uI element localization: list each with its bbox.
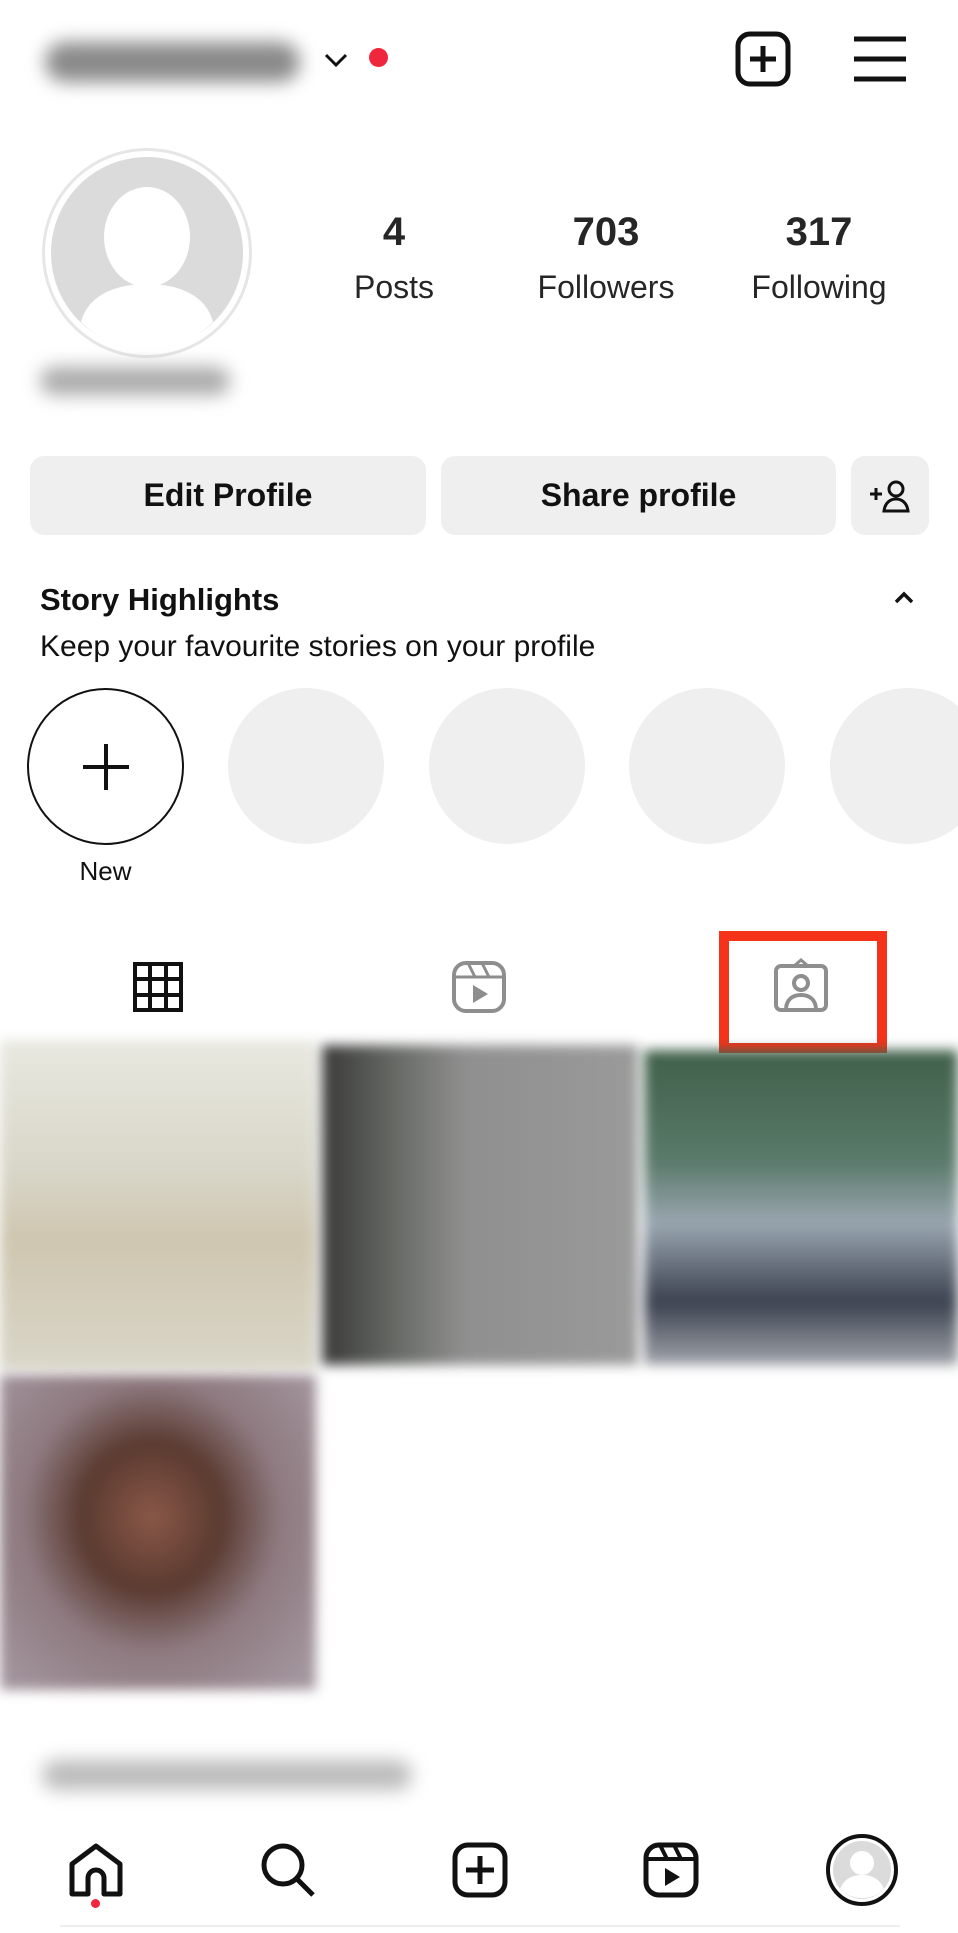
stat-following[interactable]: 317 Following — [729, 210, 909, 306]
nav-reels[interactable] — [631, 1830, 711, 1910]
nav-home[interactable] — [56, 1830, 136, 1910]
tab-posts-grid-icon[interactable] — [133, 962, 183, 1012]
new-highlight-button[interactable] — [27, 688, 184, 845]
notification-dot — [369, 48, 388, 67]
reels-icon — [643, 1842, 699, 1898]
username-blurred[interactable] — [45, 42, 300, 82]
edit-profile-button[interactable]: Edit Profile — [30, 456, 426, 535]
highlight-placeholder — [830, 688, 958, 844]
story-highlights-title: Story Highlights — [40, 582, 280, 617]
stat-value: 317 — [785, 210, 853, 254]
stat-posts[interactable]: 4 Posts — [304, 210, 484, 306]
display-name-blurred — [40, 367, 230, 395]
bottom-divider — [60, 1925, 900, 1927]
tab-reels-icon[interactable] — [452, 960, 506, 1014]
chevron-up-icon[interactable] — [893, 590, 915, 606]
create-plus-icon — [452, 1842, 508, 1898]
nav-search[interactable] — [248, 1830, 328, 1910]
stat-label: Following — [751, 269, 887, 305]
menu-hamburger-icon[interactable] — [854, 36, 906, 82]
profile-avatar[interactable] — [42, 148, 252, 358]
highlight-placeholder — [629, 688, 785, 844]
highlight-annotation-box — [719, 931, 887, 1053]
post-thumbnail[interactable] — [322, 1045, 638, 1365]
default-avatar-icon — [51, 157, 243, 349]
story-highlights-subtitle: Keep your favourite stories on your prof… — [40, 630, 596, 663]
home-icon — [69, 1843, 123, 1897]
post-thumbnail[interactable] — [644, 1050, 958, 1365]
home-notification-dot — [91, 1899, 100, 1908]
nav-profile[interactable] — [822, 1830, 902, 1910]
share-profile-button[interactable]: Share profile — [441, 456, 836, 535]
highlight-placeholder — [228, 688, 384, 844]
discover-people-button[interactable] — [851, 456, 929, 535]
nav-create[interactable] — [440, 1830, 520, 1910]
stat-value: 4 — [382, 210, 406, 254]
profile-avatar-icon — [826, 1834, 898, 1906]
create-plus-icon[interactable] — [735, 31, 791, 87]
stat-label: Followers — [537, 269, 675, 305]
highlight-placeholder — [429, 688, 585, 844]
complete-profile-blurred — [42, 1760, 412, 1790]
new-highlight-label: New — [79, 856, 132, 886]
post-thumbnail[interactable] — [0, 1375, 316, 1690]
stat-followers[interactable]: 703 Followers — [516, 210, 696, 306]
add-person-icon — [870, 480, 910, 512]
post-thumbnail[interactable] — [0, 1040, 316, 1370]
stat-value: 703 — [572, 210, 640, 254]
stat-label: Posts — [353, 269, 435, 305]
chevron-down-icon[interactable] — [322, 50, 350, 70]
search-icon — [261, 1843, 315, 1897]
plus-icon — [82, 743, 129, 790]
